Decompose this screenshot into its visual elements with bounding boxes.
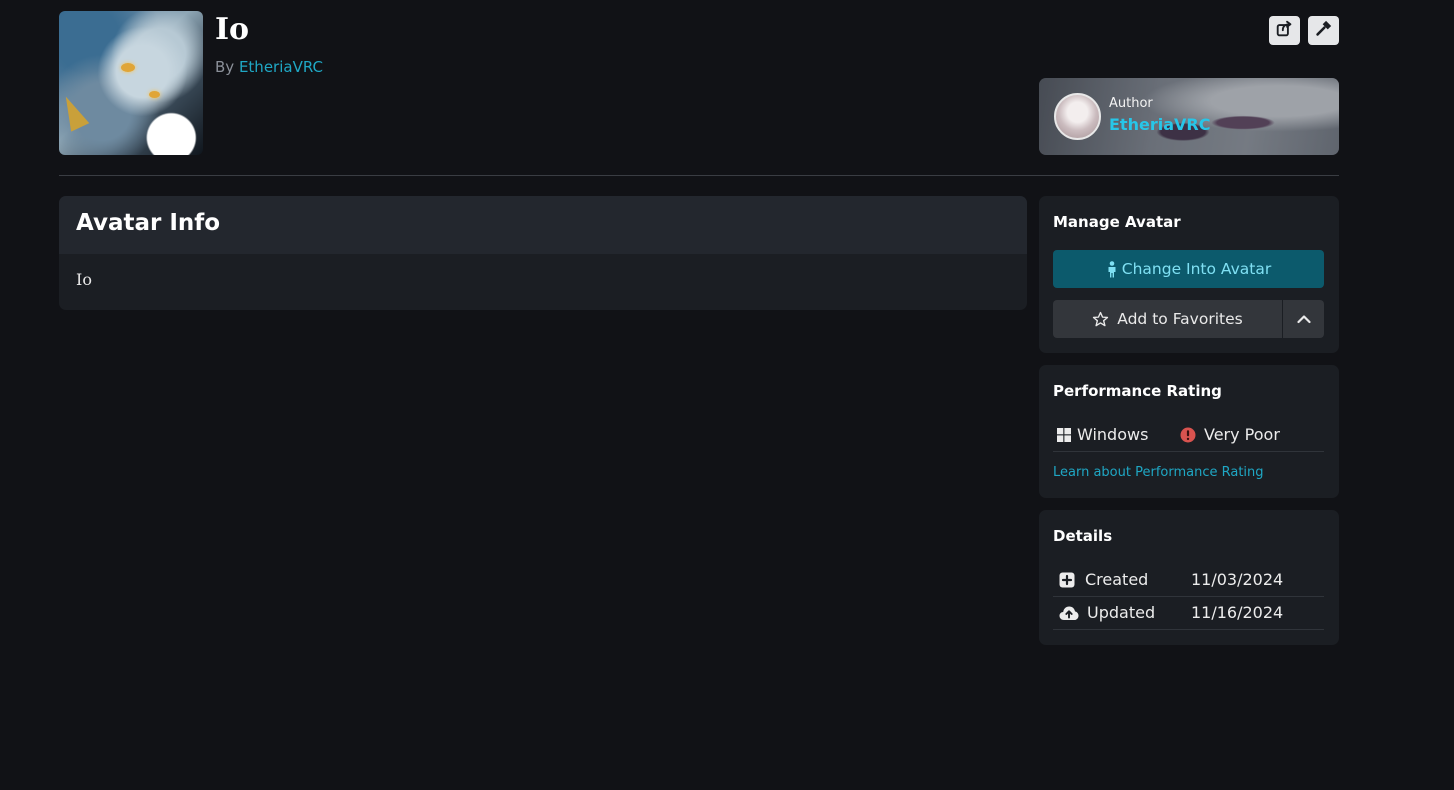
add-to-favorites-label: Add to Favorites [1117,310,1243,328]
change-into-avatar-button[interactable]: Change Into Avatar [1053,250,1324,288]
avatar-thumbnail [59,11,203,155]
details-row-updated: Updated 11/16/2024 [1053,597,1324,630]
updated-value: 11/16/2024 [1191,603,1284,622]
updated-label: Updated [1087,603,1156,622]
created-label-cell: Created [1059,570,1148,589]
details-title: Details [1053,527,1113,545]
cloud-upload-icon [1059,605,1079,621]
author-avatar [1054,93,1101,140]
created-value: 11/03/2024 [1191,570,1284,589]
tool-button[interactable] [1308,16,1339,45]
author-label: Author [1109,96,1153,111]
windows-icon [1057,427,1071,442]
learn-performance-link[interactable]: Learn about Performance Rating [1053,465,1264,480]
byline: By EtheriaVRC [215,58,323,76]
details-panel: Details Created 11/03/2024 Updated 11/16… [1039,510,1339,645]
add-to-favorites-button[interactable]: Add to Favorites [1053,300,1282,338]
favorites-dropdown-toggle[interactable] [1283,300,1324,338]
very-poor-rating-icon [1180,427,1196,443]
chevron-up-icon [1296,314,1311,324]
byline-prefix: By [215,58,235,76]
platform-label: Windows [1077,425,1149,444]
thumbnail-eye-decoration [149,91,160,98]
change-into-avatar-label: Change Into Avatar [1121,260,1272,278]
avatar-description: Io [76,270,92,289]
plus-square-icon [1059,572,1075,588]
person-icon [1106,260,1118,278]
manage-avatar-panel: Manage Avatar Change Into Avatar Add to … [1039,196,1339,353]
header-divider [59,175,1339,176]
hammer-icon [1315,20,1332,41]
avatar-info-card: Avatar Info Io [59,196,1027,310]
rating-label: Very Poor [1204,425,1280,444]
manage-avatar-title: Manage Avatar [1053,213,1181,231]
page-title: Io [215,12,250,47]
performance-rating-panel: Performance Rating Windows Very Poor Lea… [1039,365,1339,498]
avatar-info-title: Avatar Info [59,196,1027,254]
share-button[interactable] [1269,16,1300,45]
author-link[interactable]: EtheriaVRC [239,58,323,76]
details-row-created: Created 11/03/2024 [1053,564,1324,597]
created-label: Created [1085,570,1149,589]
share-icon [1276,20,1293,41]
thumbnail-eye-decoration [121,63,135,72]
thumbnail-horn-decoration [59,92,90,132]
author-name-link[interactable]: EtheriaVRC [1109,115,1210,134]
platform-cell: Windows [1057,425,1148,444]
author-card[interactable]: Author EtheriaVRC [1039,78,1339,155]
performance-row: Windows Very Poor [1053,417,1324,452]
star-icon [1092,311,1109,328]
performance-rating-title: Performance Rating [1053,382,1222,400]
rating-cell: Very Poor [1180,425,1280,444]
updated-label-cell: Updated [1059,603,1155,622]
